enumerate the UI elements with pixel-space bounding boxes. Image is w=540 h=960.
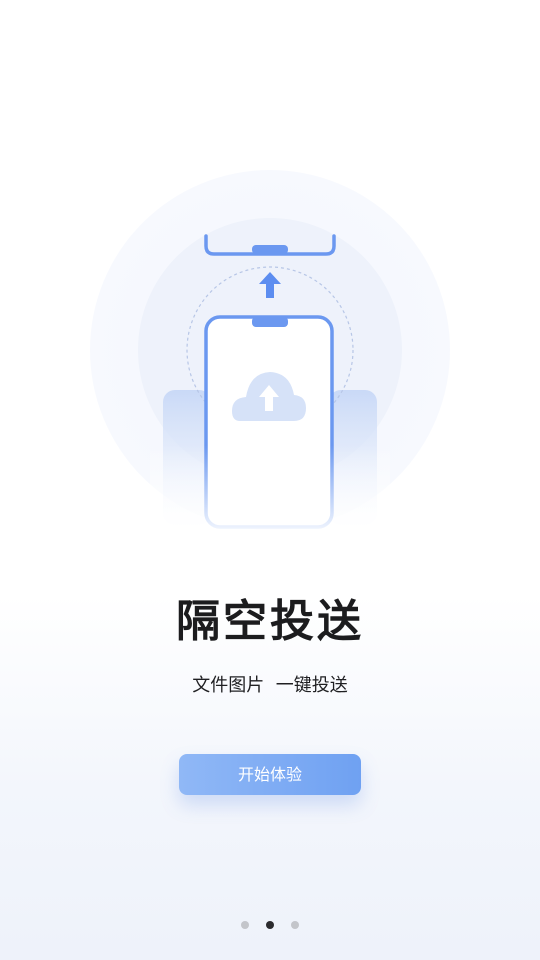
airdrop-illustration [90, 170, 450, 540]
page-dot-1[interactable] [241, 921, 249, 929]
page-subtitle: 文件图片 一键投送 [192, 675, 348, 696]
top-phone-notch [252, 245, 288, 254]
main-phone-notch [252, 317, 288, 327]
page-dot-2[interactable] [266, 921, 274, 929]
page-indicator [0, 920, 540, 930]
page-dot-3[interactable] [291, 921, 299, 929]
page-title: 隔空投送 [176, 596, 364, 647]
bottom-fade [150, 445, 390, 540]
start-experience-button[interactable]: 开始体验 [179, 754, 361, 795]
